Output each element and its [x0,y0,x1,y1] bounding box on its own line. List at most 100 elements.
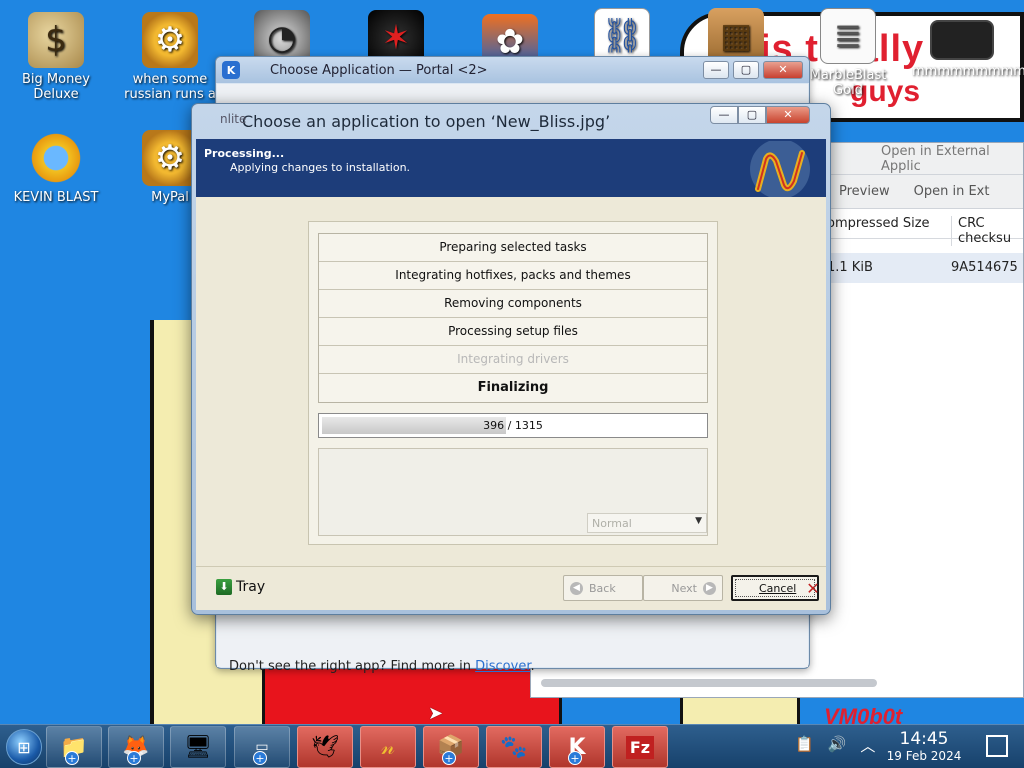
tray-button[interactable]: ⬇ Tray [216,579,265,595]
taskbar-nlite[interactable]: 𝓃 [360,726,416,768]
desktop-icon-big-money[interactable]: $ Big Money Deluxe [6,12,106,102]
dialog-titlebar[interactable]: nlite Choose an application to open ‘New… [192,104,830,138]
taskbar-file-manager[interactable]: 📁 + [46,726,102,768]
taskbar-terminal[interactable]: ▭ + [234,726,290,768]
desktop-icon-kevin-blast[interactable]: KEVIN BLAST [6,130,106,205]
desktop-icon-mmmm[interactable]: mmmmmmmmm [912,20,1024,79]
taskbar-remote-desktop[interactable]: 🖥 [170,726,226,768]
minimize-button[interactable]: — [703,61,729,79]
dialog-content: Preparing selected tasks Integrating hot… [196,197,826,566]
plus-icon: + [568,751,582,765]
dialog-header: Processing... Applying changes to instal… [196,139,826,197]
next-label: Next [671,581,697,595]
desktop-icon-label: Big Money Deluxe [21,72,90,102]
arrow-right-icon: ▶ [703,581,716,595]
back-label: Back [589,581,616,595]
wallpaper-brand-text: VM0b0t [824,704,903,724]
desktop-icon-marbleblast-gold[interactable]: ≣ MarbleBlast Gold [798,8,898,98]
dialog-footer: ⬇ Tray ◀ Back Next ▶ Cancel ✕ [196,566,826,610]
minimize-button[interactable]: — [710,106,738,124]
nlite-icon: 𝓃 [381,734,395,760]
close-button[interactable]: ✕ [766,106,810,124]
task-item: Removing components [319,290,707,318]
kde-logo-icon: K [222,61,240,79]
monitor-icon: 🖥 [184,734,212,760]
close-icon: ✕ [806,578,820,598]
column-header-compressed-size[interactable]: ompressed Size [827,216,930,231]
open-external-button[interactable]: Open in External Applic [881,144,1023,174]
sun-globe-icon [28,130,84,186]
document-icon: ≣ [820,8,876,64]
screen-thumbnail-icon [930,20,994,60]
money-bag-icon: $ [28,12,84,68]
progress-label: 396 / 1315 [483,419,543,432]
processing-panel: Preparing selected tasks Integrating hot… [308,221,718,545]
taskbar-filezilla[interactable]: Fz [612,726,668,768]
close-button[interactable]: ✕ [763,61,803,79]
task-item: Preparing selected tasks [319,234,707,262]
table-cell: 9A514675 [951,260,1018,275]
clipboard-icon[interactable]: 📋 [795,735,814,756]
clock[interactable]: 14:45 19 Feb 2024 [872,729,976,763]
filezilla-icon: Fz [625,735,655,759]
discover-link[interactable]: Discover [475,659,530,674]
progress-bar: 396 / 1315 [318,413,708,438]
dialog-title: Choose an application to open ‘New_Bliss… [242,111,611,131]
volume-icon[interactable]: 🔊 [828,735,847,756]
open-in-external-button[interactable]: Open in Ext [914,184,990,199]
gimp-icon: 🐾 [500,734,528,760]
taskbar-package[interactable]: 📦 + [423,726,479,768]
portal-window-title: Choose Application — Portal <2> [270,62,488,78]
nlite-logo-icon [750,141,810,197]
taskbar-kde-app[interactable]: K + [549,726,605,768]
portal-titlebar[interactable]: K Choose Application — Portal <2> — ▢ ✕ [216,57,809,83]
gear-icon: ⚙ [142,12,198,68]
tray-download-icon: ⬇ [216,579,232,595]
start-button[interactable]: ⊞ [6,729,42,765]
preview-button[interactable]: Preview [839,184,890,199]
taskbar: ⊞ 📁 + 🦊 + 🖥 ▭ + 🕊 𝓃 📦 + 🐾 K + Fz 📋 🔊 ︿ 14:45 … [0,724,1024,768]
task-list: Preparing selected tasks Integrating hot… [318,233,708,403]
maximize-button[interactable]: ▢ [738,106,766,124]
back-button[interactable]: ◀ Back [563,575,643,601]
header-title: Processing... [204,147,285,160]
installer-dialog: nlite Choose an application to open ‘New… [191,103,831,615]
header-subtitle: Applying changes to installation. [230,161,411,174]
desktop-icon-label: KEVIN BLAST [13,190,99,205]
task-item: Integrating drivers [319,346,707,374]
cancel-label: Cancel [759,581,797,595]
desktop-icon-label: when some russian runs a [124,72,216,102]
desktop-icon-russian[interactable]: ⚙ when some russian runs a [120,12,220,102]
dialog-ghost-title: nlite [220,112,247,126]
plus-icon: + [65,751,79,765]
table-cell: 1.1 KiB [827,260,873,275]
priority-select[interactable]: Normal ▼ [587,513,707,533]
task-item: Processing setup files [319,318,707,346]
column-header-crc[interactable]: CRC checksu [951,216,1023,246]
chevron-down-icon: ▼ [695,516,702,526]
tray-label: Tray [236,579,266,595]
taskbar-firefox[interactable]: 🦊 + [108,726,164,768]
gear-icon: ⚙ [142,130,198,186]
plus-icon: + [253,751,267,765]
clock-date: 19 Feb 2024 [886,749,962,763]
task-item: Integrating hotfixes, packs and themes [319,262,707,290]
maximize-button[interactable]: ▢ [733,61,759,79]
plus-icon: + [442,751,456,765]
horizontal-scrollbar[interactable] [541,679,877,687]
discover-suffix: . [530,659,535,674]
desktop-icon-label: MarbleBlast Gold [809,68,887,98]
taskbar-gimp[interactable]: 🐾 [486,726,542,768]
show-desktop-button[interactable] [986,735,1008,757]
priority-select-value: Normal [592,517,632,530]
arrow-left-icon: ◀ [570,581,583,595]
next-button[interactable]: Next ▶ [643,575,723,601]
desktop-icon-label: mmmmmmmmm [912,64,1024,79]
cancel-button[interactable]: Cancel ✕ [731,575,820,601]
window-controls: — ▢ ✕ [710,106,810,124]
system-tray: 📋 🔊 ︿ [795,735,875,756]
discover-hint: Don't see the right app? Find more in Di… [229,659,535,674]
task-item-current: Finalizing [319,374,707,402]
plus-icon: + [127,751,141,765]
taskbar-thunderbird[interactable]: 🕊 [297,726,353,768]
